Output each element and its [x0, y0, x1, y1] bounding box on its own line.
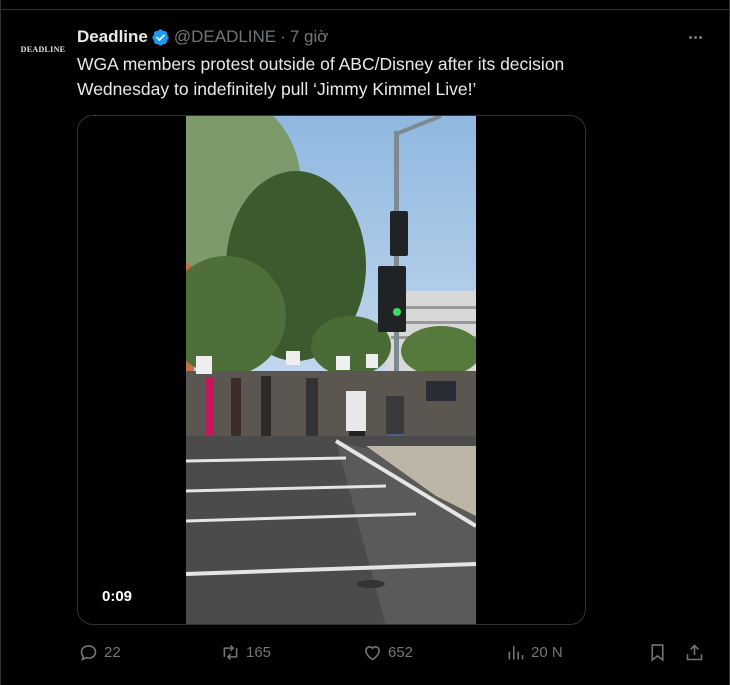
like-count: 652 — [388, 643, 414, 661]
repost-count: 165 — [246, 643, 272, 661]
reply-count: 22 — [104, 643, 121, 661]
avatar-logo-text: DEADLINE — [20, 44, 66, 54]
like-icon — [365, 645, 380, 660]
more-icon[interactable] — [684, 28, 706, 46]
reply-button[interactable]: 22 — [78, 638, 121, 666]
video-player[interactable]: 0:09 — [77, 115, 586, 625]
tweet-text: WGA members protest outside of ABC/Disne… — [77, 52, 637, 102]
views-icon — [508, 645, 524, 659]
bookmark-icon — [651, 644, 664, 662]
tweet-text-line: Wednesday to indefinitely pull ‘Jimmy Ki… — [77, 79, 477, 99]
like-button[interactable]: 652 — [362, 638, 413, 666]
repost-icon — [223, 644, 238, 660]
author-name[interactable]: Deadline — [77, 27, 148, 47]
repost-button[interactable]: 165 — [220, 638, 271, 666]
avatar[interactable]: DEADLINE — [16, 32, 70, 66]
share-button[interactable] — [684, 642, 705, 668]
reply-icon — [80, 644, 97, 661]
action-bar: 22 165 652 20 N — [0, 638, 730, 666]
tweet-header: Deadline @DEADLINE · 7 giờ — [77, 26, 328, 48]
verified-badge-icon — [152, 28, 169, 46]
separator: · — [280, 27, 286, 46]
timestamp[interactable]: 7 giờ — [290, 27, 329, 47]
video-duration: 0:09 — [102, 588, 133, 605]
tweet-text-line: WGA members protest outside of ABC/Disne… — [77, 54, 565, 74]
author-handle[interactable]: @DEADLINE — [174, 27, 276, 47]
views-count: 20 N — [531, 643, 563, 661]
video-frame[interactable] — [186, 116, 476, 624]
divider — [0, 9, 730, 10]
bookmark-button[interactable] — [647, 642, 668, 668]
views-button[interactable]: 20 N — [505, 638, 563, 666]
share-icon — [686, 644, 703, 661]
